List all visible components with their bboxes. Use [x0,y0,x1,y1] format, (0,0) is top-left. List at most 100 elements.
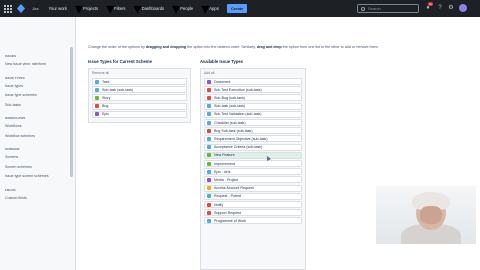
available-types-title: Available Issue Types [200,59,244,64]
issue-type-icon [207,202,211,207]
product-name: Jira [32,6,39,11]
sidebar-item[interactable]: Issue type schemes [5,93,37,97]
sidebar-item[interactable]: Issue types [5,84,23,88]
issue-type-label: Request - Potent [214,194,241,199]
nav-item-your-work[interactable]: Your work [48,6,66,11]
issue-type-item[interactable]: Story [92,94,187,102]
issue-type-item[interactable]: Improvement [204,160,302,167]
issue-type-item[interactable]: Sub Test Execution (sub-task) [204,86,302,94]
issue-type-label: Requirement Objective (sub-task) [214,136,268,141]
jira-logo-icon[interactable] [16,4,26,13]
sidebar-item[interactable]: Custom fields [5,196,27,200]
issue-type-item[interactable]: Notify [204,201,302,208]
admin-sidebar: Issues New issue view: rate/form Issue typ… [0,17,76,270]
issue-type-label: Story [102,95,111,100]
issue-type-icon [95,79,99,84]
issue-type-label: Epic - Arts [214,169,231,174]
nav-item-people[interactable]: People [180,6,193,11]
issue-type-label: Epic [102,112,109,117]
chevron-down-icon: ▾ [133,0,142,18]
issue-type-icon [207,161,211,166]
search-placeholder: Search [368,6,381,11]
sidebar-section-heading: Issues [5,54,17,58]
issue-type-item[interactable]: Sub-task (sub-task) [92,86,187,94]
issue-type-item[interactable]: Sub-task (sub-task) [204,102,302,110]
issue-type-icon [207,104,211,109]
issue-type-label: Sub Test Validation (sub-task) [214,112,262,117]
issue-type-item[interactable]: Bug Sub-task (sub-task) [204,127,302,135]
issue-type-icon [207,186,211,191]
issue-type-label: Media - Project [214,177,239,182]
sidebar-scrollbar[interactable] [70,47,73,177]
issue-type-item[interactable]: Request - Potent [204,192,302,200]
issue-type-label: Support Request [214,210,241,215]
issue-type-icon [207,87,211,92]
add-all-link[interactable]: Add all [204,71,214,75]
app-switcher-icon[interactable] [4,4,12,13]
search-input[interactable]: Search [357,4,419,13]
nav-item-projects[interactable]: Projects [83,6,98,11]
issue-type-item[interactable]: Media - Project [204,176,302,184]
issue-type-label: Sub Test Execution (sub-task) [214,87,262,92]
search-icon [361,6,365,11]
sidebar-item[interactable]: Workflow schemes [5,134,35,138]
nav-item-apps[interactable]: Apps [209,6,219,11]
issue-type-item[interactable]: Access Account Request [204,184,302,192]
issue-type-icon [207,128,211,133]
current-scheme-list[interactable]: Remove all Task Sub-task (sub-task) Story B… [88,68,191,123]
issue-type-label: Bug [102,104,109,109]
available-types-list[interactable]: Add all Document Sub Test Execution (sub-… [200,68,306,270]
issue-type-item[interactable]: Support Request [204,209,302,217]
create-button[interactable]: Create [226,4,248,13]
webcam-overlay [376,186,476,244]
issue-type-item[interactable]: Epic [92,110,187,118]
issue-type-icon [207,210,211,215]
issue-type-label: Sub-task (sub-task) [102,87,134,92]
help-icon[interactable]: ? [436,4,444,12]
issue-type-icon [95,112,99,117]
sidebar-item[interactable]: Workflows [5,124,22,128]
issue-type-label: Notify [214,202,224,207]
sidebar-item[interactable]: Screen schemes [5,165,32,169]
issue-type-icon [207,136,211,141]
chevron-down-icon: ▾ [74,0,83,18]
sidebar-item[interactable]: Sub-tasks [5,103,21,107]
issue-type-item[interactable]: Requirement Objective (sub-task) [204,135,302,143]
issue-type-item[interactable]: Programme of Work [204,217,302,225]
issue-type-icon [207,153,211,158]
gear-icon[interactable]: ⚙ [447,4,455,12]
sidebar-section-heading: Issue types [5,75,25,80]
issue-type-item[interactable]: New Feature [204,151,302,159]
issue-type-item[interactable]: Task [92,78,187,85]
issue-type-item[interactable]: Acceptance Criteria (sub-task) [204,143,302,151]
issue-type-label: Acceptance Criteria (sub-task) [214,145,263,150]
issue-type-item[interactable]: Sub-Bug (sub-task) [204,94,302,102]
current-scheme-title: Issue Types for Current Scheme [88,59,152,64]
avatar[interactable] [459,4,467,12]
issue-type-icon [95,87,99,92]
issue-type-label: Improvement [214,161,235,166]
sidebar-item[interactable]: New issue view: rate/form [5,62,46,66]
nav-item-dashboards[interactable]: Dashboards [142,6,165,11]
chevron-down-icon: ▾ [201,0,210,18]
instructions-text: Change the order of the options by dragg… [88,45,379,49]
nav-item-filters[interactable]: Filters [114,6,125,11]
issue-type-item[interactable]: Document [204,78,302,85]
sidebar-item[interactable]: Screens [5,155,18,159]
issue-type-label: Sub-task (sub-task) [214,104,246,109]
issue-type-icon [207,120,211,125]
browser-viewport: Jira Your work ▾ Projects ▾ Filters ▾ Dashboar… [0,0,480,270]
issue-type-label: Sub-Bug (sub-task) [214,95,245,100]
issue-type-item[interactable]: Bug [92,102,187,110]
sidebar-section-heading: Screens [5,147,20,151]
issue-type-item[interactable]: Checklist (sub-task) [204,119,302,126]
sidebar-section-heading: Workflows [5,116,26,120]
remove-all-link[interactable]: Remove all [92,71,109,75]
issue-type-label: Checklist (sub-task) [214,120,246,125]
sidebar-item[interactable]: Issue type screen schemes [5,174,49,178]
issue-type-icon [207,169,211,174]
issue-type-label: Programme of Work [214,218,247,223]
issue-type-item[interactable]: Epic - Arts [204,168,302,176]
issue-type-label: Task [102,79,110,84]
issue-type-item[interactable]: Sub Test Validation (sub-task) [204,110,302,118]
